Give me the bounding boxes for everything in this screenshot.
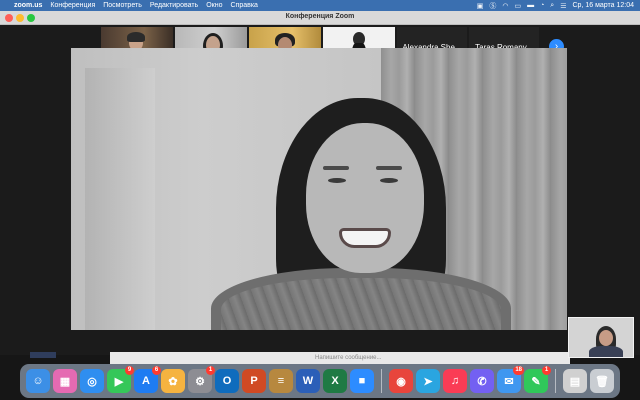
menu-app-name[interactable]: zoom.us xyxy=(14,2,42,9)
menu-window[interactable]: Окно xyxy=(206,2,222,9)
dock-telegram-icon[interactable]: ➤ xyxy=(416,369,440,393)
control-center-icon[interactable]: ☰ xyxy=(560,2,566,10)
dock-chrome-icon[interactable]: ◉ xyxy=(389,369,413,393)
dock-powerpoint-icon[interactable]: P xyxy=(242,369,266,393)
dock-music-icon[interactable]: ♫ xyxy=(443,369,467,393)
dock-separator xyxy=(555,369,556,393)
keyboard-flag-icon[interactable]: ▬ xyxy=(527,2,534,9)
dock-finder-icon[interactable]: ☺ xyxy=(26,369,50,393)
dock-safari-icon[interactable]: ◎ xyxy=(80,369,104,393)
dock-mail-icon[interactable]: ✉ 18 xyxy=(497,366,524,393)
battery-icon[interactable]: ▭ xyxy=(514,2,521,10)
screen: zoom.us Конференция Посмотреть Редактиро… xyxy=(0,0,640,400)
window-title-bar: Конференция Zoom xyxy=(0,11,640,25)
word-icon: W xyxy=(302,375,314,387)
facetime-icon: ▶ xyxy=(114,375,124,388)
dock-system-preferences-icon[interactable]: ⚙ 1 xyxy=(188,366,215,393)
excel-icon: X xyxy=(331,375,339,387)
notes-icon: ≡ xyxy=(277,375,285,387)
dock-facetime-icon[interactable]: ▶ 9 xyxy=(107,366,134,393)
dock-zoom-icon[interactable]: ■ xyxy=(350,369,374,393)
dock-viber-icon[interactable]: ✆ xyxy=(470,369,494,393)
system-preferences-icon: ⚙ xyxy=(195,375,205,388)
dock-launchpad-icon[interactable]: ▦ xyxy=(53,369,77,393)
dock-trash-icon[interactable]: 🗑 xyxy=(590,369,614,393)
powerpoint-icon: P xyxy=(250,375,258,387)
wifi-icon[interactable]: ◔ xyxy=(540,2,544,9)
trash-icon: 🗑 xyxy=(595,375,609,388)
dock-app-store-icon[interactable]: A6 xyxy=(134,366,161,393)
dock-messages-icon[interactable]: ✎ 1 xyxy=(524,366,551,393)
outlook-icon: O xyxy=(222,375,232,387)
viber-icon: ✆ xyxy=(477,375,487,388)
telegram-icon: ➤ xyxy=(423,375,433,388)
menu-clock[interactable]: Ср, 16 марта 12:04 xyxy=(573,2,635,9)
notification-badge: 9 xyxy=(125,366,134,375)
notification-badge: 6 xyxy=(152,366,161,375)
dock-separator xyxy=(381,369,382,393)
chrome-icon: ◉ xyxy=(396,375,406,388)
skype-status-icon[interactable]: Ⓢ xyxy=(489,1,496,11)
document-icon: ▤ xyxy=(569,375,581,388)
menu-view[interactable]: Посмотреть xyxy=(103,2,142,9)
status-area: ▣ Ⓢ ◠ ▭ ▬ ◔ ⌕ ☰ Ср, 16 марта 12:04 xyxy=(477,0,634,11)
notification-badge: 18 xyxy=(513,366,524,375)
dock-excel-icon[interactable]: X xyxy=(323,369,347,393)
mail-icon: ✉ xyxy=(504,375,514,388)
messages-icon: ✎ xyxy=(531,375,541,388)
self-view-video[interactable] xyxy=(568,317,634,358)
dock-notes-icon[interactable]: ≡ xyxy=(269,369,293,393)
notification-badge: 1 xyxy=(542,366,551,375)
dock: ☺ ▦ ◎ ▶ 9 A 6 ✿ ⚙ 1 O P ≡ W X ■ ◉ ➤ ♫ ✆ ✉ 18 ✎ 1 ▤ 🗑 xyxy=(20,364,620,398)
chat-placeholder: Напишите сообщение... xyxy=(315,355,382,361)
headphones-icon[interactable]: ◠ xyxy=(502,2,508,10)
dock-word-icon[interactable]: W xyxy=(296,369,320,393)
dock-document-icon[interactable]: ▤ xyxy=(563,369,587,393)
menu-bar: zoom.us Конференция Посмотреть Редактиро… xyxy=(0,0,640,11)
music-icon: ♫ xyxy=(450,375,460,387)
finder-icon: ☺ xyxy=(32,375,44,387)
spotlight-search-icon[interactable]: ⌕ xyxy=(550,2,554,10)
dock-photos-icon[interactable]: ✿ xyxy=(161,369,185,393)
menu-conference[interactable]: Конференция xyxy=(50,2,95,9)
menu-help[interactable]: Справка xyxy=(230,2,257,9)
notification-badge: 1 xyxy=(206,366,215,375)
launchpad-icon: ▦ xyxy=(59,375,71,388)
window-title: Конференция Zoom xyxy=(285,13,355,20)
safari-icon: ◎ xyxy=(87,375,97,388)
dock-outlook-icon[interactable]: O xyxy=(215,369,239,393)
menu-edit[interactable]: Редактировать xyxy=(150,2,198,9)
zoom-icon: ■ xyxy=(358,375,366,387)
app-store-icon: A xyxy=(142,375,150,387)
active-speaker-video[interactable] xyxy=(71,48,567,330)
background-window-edge xyxy=(30,352,56,358)
background-chat-input[interactable]: Напишите сообщение... xyxy=(110,352,570,364)
zoom-status-icon[interactable]: ▣ xyxy=(477,2,484,10)
photos-icon: ✿ xyxy=(168,375,178,388)
